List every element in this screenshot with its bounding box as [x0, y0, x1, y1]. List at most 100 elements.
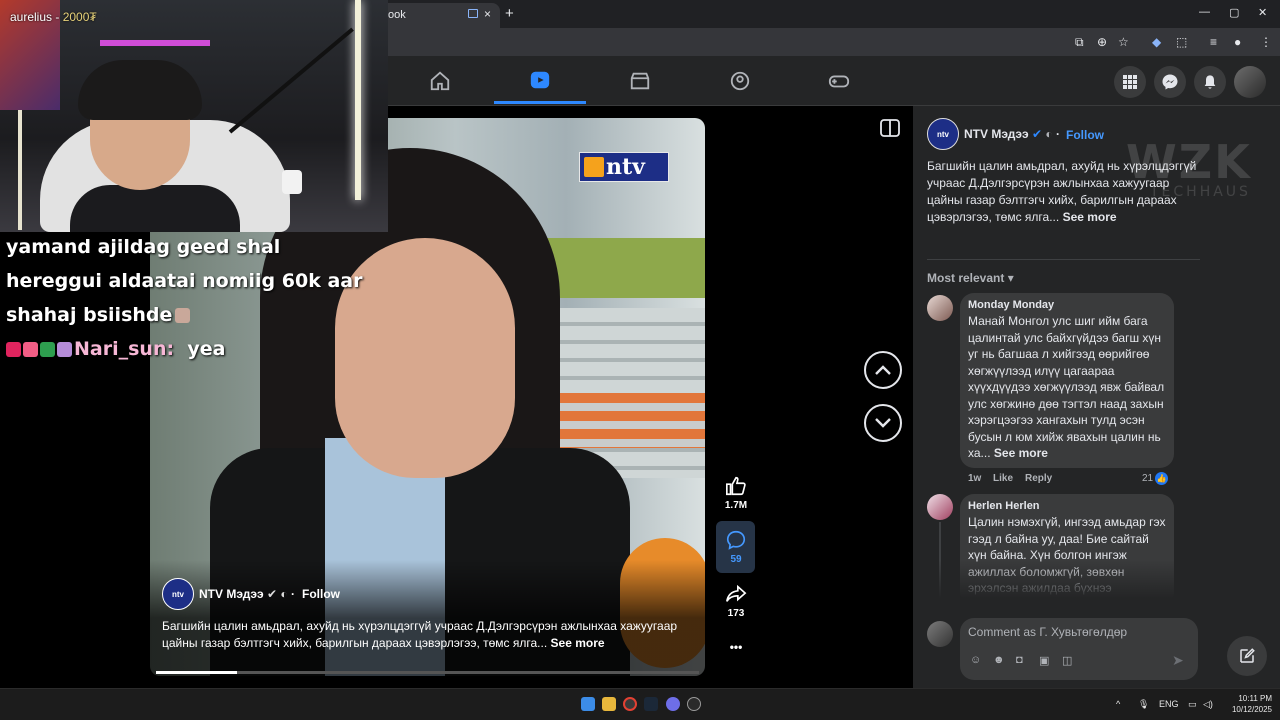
messenger-icon [1162, 74, 1178, 90]
avatar-sticker-icon[interactable]: ☺ [970, 654, 981, 666]
panel-page-name[interactable]: NTV Мэдээ ✔ ◐ · [964, 127, 1060, 141]
chat-message: Nari_sun: yea [6, 338, 225, 360]
video-progress-fill [156, 671, 238, 674]
home-icon [430, 71, 450, 91]
next-video-button[interactable] [864, 404, 902, 442]
extension-icon[interactable]: ◆ [1152, 35, 1161, 49]
chevron-down-icon [875, 418, 891, 428]
video-progress-bar[interactable] [156, 671, 699, 674]
new-tab-button[interactable]: + [505, 5, 514, 22]
comment-text: Манай Монгол улс шиг ийм бага цалинтай у… [968, 314, 1165, 460]
share-button[interactable]: 173 [718, 583, 754, 619]
comments-button[interactable]: 59 [718, 529, 754, 565]
collapse-panel-button[interactable] [880, 119, 900, 142]
like-count: 1.7M [724, 500, 748, 511]
nav-video[interactable] [494, 58, 586, 104]
emote-badge-icon [57, 342, 72, 357]
browser-menu-icon[interactable]: ⋮ [1260, 35, 1272, 49]
minimize-button[interactable]: — [1199, 6, 1210, 18]
emoji-icon[interactable]: ☻ [993, 654, 1005, 666]
nav-home[interactable] [394, 58, 486, 104]
bookmark-star-icon[interactable]: ☆ [1118, 35, 1129, 49]
comment-sort-dropdown[interactable]: Most relevant ▾ [927, 271, 1014, 285]
comment-author[interactable]: Monday Monday [968, 299, 1166, 311]
browser-tab[interactable]: ook × [370, 3, 500, 28]
grid-menu-icon [1123, 75, 1137, 89]
ntv-channel-logo: ntv [579, 152, 669, 182]
new-message-button[interactable] [1227, 636, 1267, 676]
comment-timestamp[interactable]: 1w [968, 473, 981, 484]
chat-message: yamand ajildag geed shal [6, 236, 281, 258]
nav-groups[interactable] [694, 58, 786, 104]
webcam-light-bar [355, 0, 361, 200]
side-panel-icon [880, 119, 900, 137]
microphone-icon[interactable]: 🎙 [1138, 699, 1149, 710]
tray-overflow-icon[interactable]: ^ [1116, 699, 1120, 709]
start-icon[interactable] [581, 697, 595, 711]
panel-follow-link[interactable]: Follow [1066, 128, 1104, 142]
panel-see-more[interactable]: See more [1063, 210, 1117, 224]
system-clock[interactable]: 10:11 PM 10/12/2025 [1224, 693, 1272, 715]
video-page-name[interactable]: NTV Мэдээ ✔ ◐ · [199, 587, 295, 601]
windows-taskbar [0, 688, 1280, 720]
groups-icon [730, 71, 750, 91]
maximize-button[interactable]: ▢ [1229, 6, 1239, 19]
previous-video-button[interactable] [864, 351, 902, 389]
comment-avatar[interactable] [927, 494, 953, 520]
comment-avatar[interactable] [927, 295, 953, 321]
comment-composer: ☺ ☻ ◘ ▣ ◫ ➤ [960, 618, 1198, 680]
chevron-up-icon [875, 365, 891, 375]
chrome-icon[interactable] [623, 697, 637, 711]
discord-icon[interactable] [666, 697, 680, 711]
camera-icon[interactable]: ◘ [1016, 654, 1023, 666]
sticker-icon[interactable]: ◫ [1062, 654, 1072, 667]
comment-input[interactable] [968, 623, 1188, 641]
nav-marketplace[interactable] [594, 58, 686, 104]
video-follow-link[interactable]: Follow [302, 587, 340, 601]
comment-bubble: Monday Monday Манай Монгол улс шиг ийм б… [960, 293, 1174, 468]
settings-gear-icon[interactable] [687, 697, 701, 711]
reading-list-icon[interactable]: ≡ [1210, 35, 1217, 49]
globe-icon: ◐ [1045, 127, 1053, 141]
comment-like-link[interactable]: Like [993, 473, 1013, 484]
webcam-light-bar [18, 110, 22, 230]
notifications-button[interactable] [1194, 66, 1226, 98]
nav-gaming[interactable] [793, 58, 885, 104]
globe-icon: ◐ [280, 587, 288, 601]
tab-close-icon[interactable]: × [484, 7, 491, 21]
menu-button[interactable] [1114, 66, 1146, 98]
comment-reactions[interactable]: 21 👍 [1142, 472, 1169, 485]
steam-icon[interactable] [644, 697, 658, 711]
heart-badge-icon [23, 342, 38, 357]
messenger-button[interactable] [1154, 66, 1186, 98]
gif-icon[interactable]: ▣ [1039, 654, 1049, 667]
donation-alert: aurelius - 2000₮ [10, 10, 97, 24]
webcam-mic-arm [228, 27, 354, 134]
extensions-puzzle-icon[interactable]: ⬚ [1176, 35, 1187, 49]
send-button[interactable]: ➤ [1172, 652, 1184, 669]
comment-see-more[interactable]: See more [994, 446, 1048, 460]
panel-page-avatar[interactable]: ntv [927, 118, 959, 150]
close-window-button[interactable]: ✕ [1258, 6, 1267, 19]
comment-author[interactable]: Herlen Herlen [968, 500, 1166, 512]
more-options-button[interactable]: ••• [718, 640, 754, 654]
language-indicator[interactable]: ENG [1159, 699, 1179, 709]
volume-icon[interactable]: ◁) [1203, 699, 1213, 710]
comment-reply-link[interactable]: Reply [1025, 473, 1052, 484]
zoom-icon[interactable]: ⊕ [1097, 35, 1107, 49]
file-explorer-icon[interactable] [602, 697, 616, 711]
account-avatar[interactable] [1234, 66, 1266, 98]
video-see-more[interactable]: See more [551, 636, 605, 650]
caret-down-icon: ▾ [1007, 271, 1014, 285]
current-user-avatar [927, 621, 953, 647]
webcam-person-body [70, 185, 240, 232]
video-icon [530, 71, 550, 88]
video-page-avatar[interactable]: ntv [162, 578, 194, 610]
profile-icon[interactable]: ● [1234, 35, 1241, 49]
bell-icon [1204, 75, 1216, 89]
like-reaction-icon: 👍 [1155, 472, 1169, 485]
video-caption: Багшийн цалин амьдрал, ахуйд нь хүрэлцдэ… [162, 619, 678, 650]
network-icon[interactable]: ▭ [1188, 699, 1197, 710]
like-button[interactable]: 1.7M [718, 475, 754, 511]
cast-icon[interactable]: ⧉ [1075, 35, 1084, 50]
